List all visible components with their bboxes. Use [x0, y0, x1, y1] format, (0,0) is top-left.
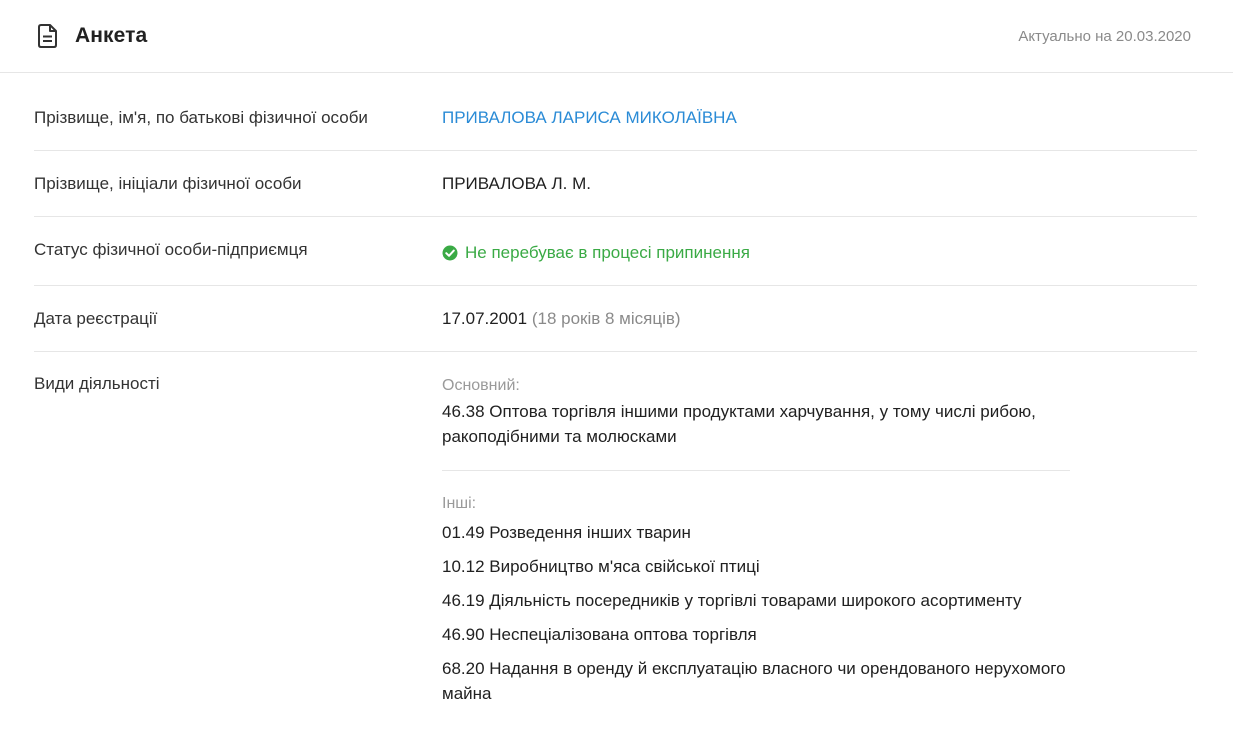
questionnaire-card: Анкета Актуально на 20.03.2020 Прізвище,… [0, 0, 1233, 745]
status-badge: Не перебуває в процесі припинення [442, 242, 1197, 264]
row-full-name: Прізвище, ім'я, по батькові фізичної осо… [34, 73, 1197, 151]
info-rows: Прізвище, ім'я, по батькові фізичної осо… [0, 73, 1233, 706]
status-text: Не перебуває в процесі припинення [465, 243, 750, 262]
list-item: 46.90 Неспеціалізована оптова торгівля [442, 625, 757, 644]
row-label: Дата реєстрації [34, 309, 158, 328]
divider [442, 470, 1070, 471]
page-title: Анкета [75, 24, 148, 47]
list-item: 68.20 Надання в оренду й експлуатацію вл… [442, 659, 1066, 703]
document-icon [37, 23, 59, 49]
row-label: Види діяльності [34, 374, 160, 393]
list-item: 10.12 Виробництво м'яса свійської птиці [442, 557, 760, 576]
other-activities-label: Інші: [442, 495, 477, 512]
check-circle-icon [442, 245, 458, 261]
row-activities: Види діяльності Основний: 46.38 Оптова т… [34, 352, 1197, 706]
registration-age: (18 років 8 місяців) [531, 309, 681, 328]
other-activities: Інші: 01.49 Розведення інших тварин 10.1… [442, 493, 1197, 706]
short-name-value: ПРИВАЛОВА Л. М. [442, 174, 591, 193]
list-item: 01.49 Розведення інших тварин [442, 523, 691, 542]
main-activity-label: Основний: [442, 377, 520, 394]
updated-date: Актуально на 20.03.2020 [1018, 27, 1191, 45]
list-item: 46.19 Діяльність посередників у торгівлі… [442, 591, 1022, 610]
main-activity: 46.38 Оптова торгівля іншими продуктами … [442, 402, 1036, 446]
row-registration: Дата реєстрації 17.07.2001 (18 років 8 м… [34, 286, 1197, 352]
row-status: Статус фізичної особи-підприємця Не пере… [34, 217, 1197, 286]
row-short-name: Прізвище, ініціали фізичної особи ПРИВАЛ… [34, 151, 1197, 217]
full-name-link[interactable]: ПРИВАЛОВА ЛАРИСА МИКОЛАЇВНА [442, 108, 737, 127]
card-header: Анкета Актуально на 20.03.2020 [0, 0, 1233, 73]
registration-date: 17.07.2001 [442, 309, 528, 328]
row-label: Статус фізичної особи-підприємця [34, 240, 308, 259]
row-label: Прізвище, ім'я, по батькові фізичної осо… [34, 108, 368, 127]
row-label: Прізвище, ініціали фізичної особи [34, 174, 302, 193]
